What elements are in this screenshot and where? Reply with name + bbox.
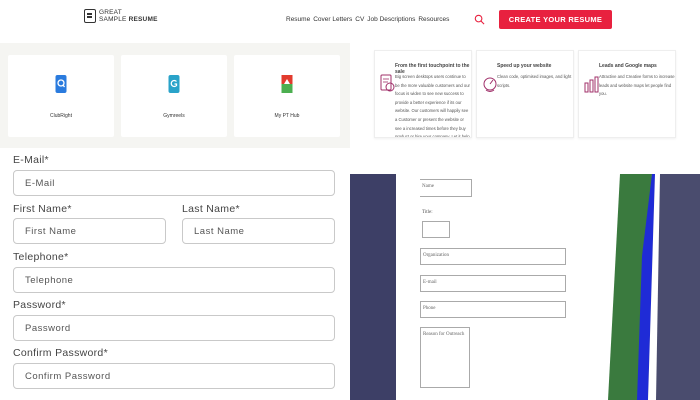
nav-item-cv[interactable]: CV — [355, 16, 364, 23]
feature-title: Speed up your website — [497, 63, 552, 69]
feature-text: Attractive and Creative forms to increas… — [599, 74, 675, 97]
integration-card-clubright[interactable]: ClubRight — [8, 55, 114, 137]
logo-icon — [84, 9, 96, 23]
contact-name-field[interactable]: Name — [420, 179, 472, 197]
leads-map-icon — [584, 76, 599, 93]
nav-item-job-descriptions[interactable]: Job Descriptions — [367, 16, 415, 23]
integrations-panel: ClubRight Gymreels My PT Hub — [0, 43, 350, 148]
feature-card-speed: Speed up your website Clean code, optimi… — [476, 50, 574, 138]
search-icon[interactable] — [474, 14, 485, 25]
first-name-label: First Name* — [13, 203, 72, 215]
nav-item-cover-letters[interactable]: Cover Letters — [313, 16, 352, 23]
contact-reason-placeholder: Reason for Outreach — [423, 332, 465, 337]
telephone-label: Telephone* — [13, 251, 69, 263]
confirm-password-field[interactable] — [13, 363, 335, 389]
last-name-label: Last Name* — [182, 203, 240, 215]
contact-phone-placeholder: Phone — [423, 306, 436, 311]
main-nav: Resume Cover Letters CV Job Descriptions… — [286, 16, 449, 23]
feature-text: Clean code, optimised images, and light … — [497, 74, 572, 88]
contact-title-label: Title: — [422, 210, 433, 215]
contact-section: Name Title: Organization E-mail Phone Re… — [350, 174, 700, 400]
integration-card-my-pt-hub[interactable]: My PT Hub — [234, 55, 340, 137]
email-label: E-Mail* — [13, 154, 49, 166]
first-name-field[interactable] — [13, 218, 166, 244]
logo-text: GREAT SAMPLE RESUME — [99, 9, 158, 23]
my-pt-hub-icon — [281, 75, 293, 93]
feature-card-touchpoint: From the first touchpoint to the sale Bi… — [374, 50, 472, 138]
speed-icon — [483, 77, 497, 92]
contact-title-field[interactable] — [422, 221, 450, 238]
contact-organization-placeholder: Organization — [423, 253, 450, 258]
telephone-field[interactable] — [13, 267, 335, 293]
contact-email-field[interactable]: E-mail — [420, 275, 566, 292]
integration-label: ClubRight — [50, 113, 72, 119]
clubright-icon — [55, 75, 67, 93]
contact-name-placeholder: Name — [422, 184, 434, 189]
confirm-password-label: Confirm Password* — [13, 347, 108, 359]
create-resume-button[interactable]: CREATE YOUR RESUME — [499, 10, 612, 29]
last-name-field[interactable] — [182, 218, 335, 244]
integration-label: Gymreels — [163, 113, 185, 119]
contact-reason-textarea[interactable]: Reason for Outreach — [420, 327, 470, 388]
contact-email-placeholder: E-mail — [423, 280, 437, 285]
contact-phone-field[interactable]: Phone — [420, 301, 566, 318]
feature-text: Big screen desktops users continue to be… — [395, 74, 470, 137]
register-form: E-Mail* First Name* Last Name* Telephone… — [0, 150, 350, 400]
nav-item-resume[interactable]: Resume — [286, 16, 310, 23]
nav-item-resources[interactable]: Resources — [418, 16, 449, 23]
contact-organization-field[interactable]: Organization — [420, 248, 566, 265]
gymreels-icon — [168, 75, 180, 93]
feature-title: Leads and Google maps — [599, 63, 657, 69]
feature-card-leads: Leads and Google maps Attractive and Cre… — [578, 50, 676, 138]
integration-label: My PT Hub — [274, 113, 300, 119]
password-label: Password* — [13, 299, 66, 311]
integration-card-gymreels[interactable]: Gymreels — [121, 55, 227, 137]
logo[interactable]: GREAT SAMPLE RESUME — [84, 9, 158, 23]
password-field[interactable] — [13, 315, 335, 341]
features-section: From the first touchpoint to the sale Bi… — [350, 43, 700, 173]
email-field[interactable] — [13, 170, 335, 196]
site-header: GREAT SAMPLE RESUME Resume Cover Letters… — [0, 0, 700, 42]
touchpoint-icon — [380, 74, 395, 92]
